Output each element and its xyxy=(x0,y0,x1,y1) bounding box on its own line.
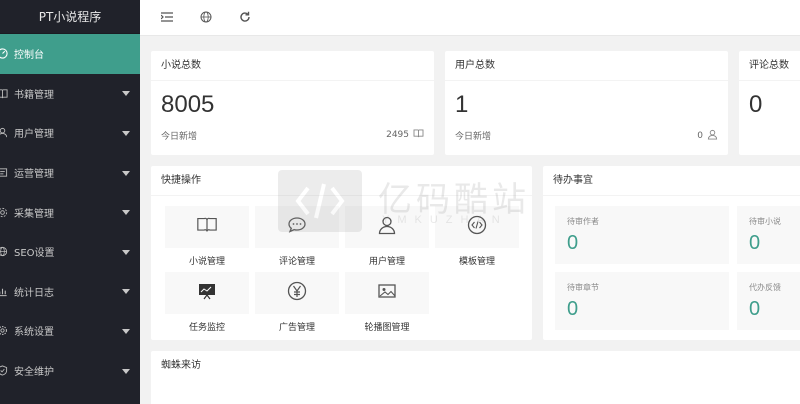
menu-toggle-icon[interactable] xyxy=(160,10,174,24)
stat-value: 8005 xyxy=(161,91,215,118)
quick-label: 任务监控 xyxy=(188,323,225,333)
todo-label: 待审章节 xyxy=(567,283,599,292)
code-icon xyxy=(467,215,487,239)
stat-today: 2495 xyxy=(386,129,424,141)
quick-novel-manage[interactable] xyxy=(165,206,249,248)
sidebar-item-label: 运营管理 xyxy=(14,169,54,181)
stat-sub-label: 今日新增 xyxy=(161,132,198,142)
stat-value: 0 xyxy=(749,91,763,118)
chevron-down-icon xyxy=(122,210,130,216)
sidebar-item-label: 采集管理 xyxy=(14,208,54,220)
todo-label: 待审小说 xyxy=(749,217,781,226)
quick-user-manage[interactable] xyxy=(345,206,429,248)
spider-visits-panel: 蜘蛛来访 xyxy=(151,351,800,404)
todo-value: 0 xyxy=(749,232,761,254)
todo-label: 待审作者 xyxy=(567,217,599,226)
chevron-down-icon xyxy=(122,249,130,255)
chevron-down-icon xyxy=(122,130,130,136)
stat-card-users: 用户总数 1 今日新增 0 xyxy=(445,51,728,155)
stat-card-novels: 小说总数 8005 今日新增 2495 xyxy=(151,51,434,155)
sidebar-item-dashboard[interactable]: 控制台 xyxy=(0,34,140,74)
quick-label: 轮播图管理 xyxy=(364,323,410,333)
sidebar-item-label: 统计日志 xyxy=(14,287,54,299)
sidebar-item-label: 用户管理 xyxy=(14,129,54,141)
todo-pending-authors[interactable]: 待审作者 0 xyxy=(555,206,729,264)
quick-template-manage[interactable] xyxy=(435,206,519,248)
todo-value: 0 xyxy=(749,298,761,320)
todo-panel: 待办事宜 待审作者 0 待审小说 0 待审章节 0 代办反馈 0 xyxy=(543,166,800,340)
stat-card-comments: 评论总数 0 xyxy=(739,51,800,155)
user-icon xyxy=(377,215,397,239)
sidebar-item-books[interactable]: 书籍管理 xyxy=(0,74,140,114)
sidebar-item-label: 安全维护 xyxy=(14,367,54,379)
image-icon xyxy=(377,282,397,304)
card-title: 待办事宜 xyxy=(543,166,800,196)
dashboard-icon xyxy=(0,48,8,60)
operation-icon xyxy=(0,167,8,179)
stat-value: 1 xyxy=(455,91,469,118)
card-title: 评论总数 xyxy=(739,51,800,81)
sidebar-item-stats[interactable]: 统计日志 xyxy=(0,272,140,312)
quick-carousel-manage[interactable] xyxy=(345,272,429,314)
yen-icon xyxy=(287,281,307,305)
user-icon xyxy=(0,127,8,139)
sidebar-item-label: 系统设置 xyxy=(14,327,54,339)
user-icon xyxy=(707,129,718,143)
sidebar-item-security[interactable]: 安全维护 xyxy=(0,351,140,391)
todo-pending-novels[interactable]: 待审小说 0 xyxy=(737,206,800,264)
quick-label: 广告管理 xyxy=(278,323,315,333)
sidebar-item-system[interactable]: 系统设置 xyxy=(0,311,140,351)
sidebar-item-label: SEO设置 xyxy=(14,248,55,260)
card-title: 快捷操作 xyxy=(151,166,532,196)
todo-label: 代办反馈 xyxy=(749,283,781,292)
book-icon xyxy=(0,87,8,99)
book-icon xyxy=(196,216,218,238)
sidebar-item-collect[interactable]: 采集管理 xyxy=(0,192,140,232)
stat-sub-label: 今日新增 xyxy=(455,132,492,142)
chevron-down-icon xyxy=(122,328,130,334)
quick-ad-manage[interactable] xyxy=(255,272,339,314)
book-icon xyxy=(413,129,424,141)
app-title: PT小说程序 xyxy=(0,0,140,34)
quick-task-monitor[interactable] xyxy=(165,272,249,314)
stat-today-value: 2495 xyxy=(386,130,409,140)
todo-pending-chapters[interactable]: 待审章节 0 xyxy=(555,272,729,330)
sidebar-item-users[interactable]: 用户管理 xyxy=(0,113,140,153)
sidebar-item-label: 书籍管理 xyxy=(14,89,54,101)
chevron-down-icon xyxy=(122,91,130,97)
settings-icon xyxy=(0,325,8,337)
quick-comment-manage[interactable] xyxy=(255,206,339,248)
card-title: 用户总数 xyxy=(445,51,728,81)
sidebar-item-label: 控制台 xyxy=(14,50,44,62)
quick-label: 模板管理 xyxy=(458,257,495,267)
shield-icon xyxy=(0,365,8,377)
comment-icon xyxy=(287,216,307,238)
sidebar-item-operation[interactable]: 运营管理 xyxy=(0,153,140,193)
globe-icon xyxy=(0,246,8,258)
sidebar: PT小说程序 控制台 书籍管理 用户管理 运营管理 采集管理 SEO设置 统计日… xyxy=(0,0,140,404)
gear-icon xyxy=(0,206,8,218)
quick-label: 小说管理 xyxy=(188,257,225,267)
top-toolbar xyxy=(140,0,800,36)
quick-label: 评论管理 xyxy=(278,257,315,267)
chart-icon xyxy=(0,285,8,297)
globe-icon[interactable] xyxy=(199,10,213,24)
chevron-down-icon xyxy=(122,368,130,374)
card-title: 小说总数 xyxy=(151,51,434,81)
card-title: 蜘蛛来访 xyxy=(161,360,201,371)
stat-today-value: 0 xyxy=(697,131,703,141)
quick-actions-panel: 快捷操作 小说管理 评论管理 用户管理 模板管理 任务监控 广告管理 轮播图管理 xyxy=(151,166,532,340)
chevron-down-icon xyxy=(122,170,130,176)
todo-value: 0 xyxy=(567,232,579,254)
stat-today: 0 xyxy=(697,129,718,143)
monitor-icon xyxy=(197,282,217,304)
sidebar-item-seo[interactable]: SEO设置 xyxy=(0,232,140,272)
refresh-icon[interactable] xyxy=(238,10,252,24)
todo-value: 0 xyxy=(567,298,579,320)
quick-label: 用户管理 xyxy=(368,257,405,267)
chevron-down-icon xyxy=(122,289,130,295)
todo-pending-feedback[interactable]: 代办反馈 0 xyxy=(737,272,800,330)
